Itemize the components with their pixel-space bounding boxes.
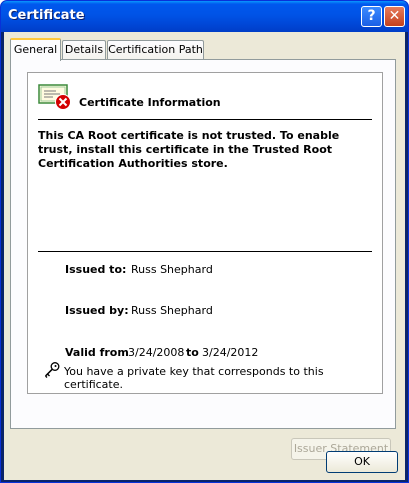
tab-details[interactable]: Details	[62, 40, 106, 59]
valid-to-label: to	[186, 346, 199, 359]
certificate-untrusted-icon	[38, 84, 71, 110]
help-button[interactable]: ?	[361, 6, 382, 27]
private-key-note: You have a private key that corresponds …	[64, 365, 324, 391]
window-title: Certificate	[8, 8, 85, 23]
certificate-info-box: Certificate Information This CA Root cer…	[27, 72, 383, 394]
certificate-window: Certificate ? ✕ General Details Certific…	[0, 0, 409, 483]
general-tab-panel: Certificate Information This CA Root cer…	[10, 59, 396, 460]
issued-to-label: Issued to:	[65, 263, 127, 276]
divider	[38, 119, 372, 120]
issued-to-value: Russ Shephard	[131, 263, 213, 276]
certificate-info-heading: Certificate Information	[79, 96, 221, 109]
close-button[interactable]: ✕	[384, 6, 405, 27]
valid-from-value: 3/24/2008	[128, 346, 185, 359]
divider	[38, 251, 372, 252]
valid-from-label: Valid from	[65, 346, 129, 359]
tab-certification-path[interactable]: Certification Path	[107, 40, 204, 59]
title-bar[interactable]: Certificate ? ✕	[1, 1, 408, 32]
valid-to-value: 3/24/2012	[202, 346, 259, 359]
trust-warning-message: This CA Root certificate is not trusted.…	[38, 129, 340, 170]
key-icon	[44, 362, 60, 378]
issued-by-label: Issued by:	[65, 304, 129, 317]
ok-button[interactable]: OK	[326, 451, 398, 473]
issued-by-value: Russ Shephard	[131, 304, 213, 317]
dialog-body: General Details Certification Path Certi…	[4, 32, 405, 480]
tab-general[interactable]: General	[10, 38, 61, 61]
